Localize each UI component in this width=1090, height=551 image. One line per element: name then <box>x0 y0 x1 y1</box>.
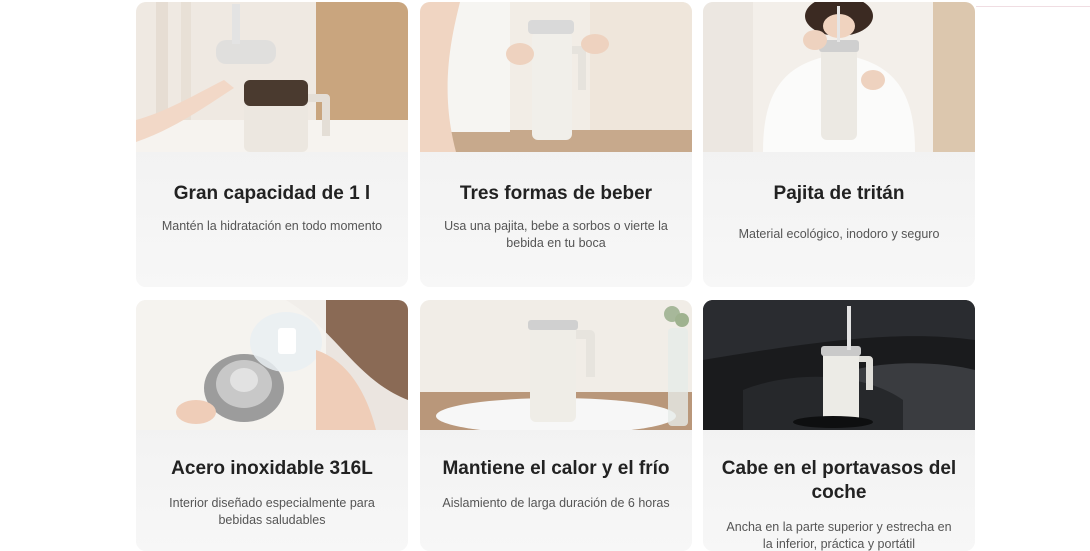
feature-text-panel: Pajita de tritán Material ecológico, ino… <box>703 152 975 287</box>
tumbler-in-car-image <box>703 300 975 430</box>
feature-title: Pajita de tritán <box>773 183 905 204</box>
feature-text-panel: Cabe en el portavasos del coche Ancha en… <box>703 430 975 551</box>
feature-description: Interior diseñado especialmente para beb… <box>169 496 375 527</box>
feature-text-panel: Gran capacidad de 1 l Mantén la hidratac… <box>136 152 408 287</box>
feature-text-panel: Acero inoxidable 316L Interior diseñado … <box>136 430 408 551</box>
feature-text-panel: Tres formas de beber Usa una pajita, beb… <box>420 152 692 287</box>
feature-description: Mantén la hidratación en todo momento <box>161 219 383 233</box>
feature-card-drinking-modes: Tres formas de beber Usa una pajita, beb… <box>420 2 692 287</box>
steel-interior-lid-image <box>136 300 408 430</box>
feature-card-tritan-straw: Pajita de tritán Material ecológico, ino… <box>703 2 975 287</box>
feature-card-stainless-steel: Acero inoxidable 316L Interior diseñado … <box>136 300 408 551</box>
woman-drinking-straw-image <box>703 2 975 152</box>
feature-card-temperature: Mantiene el calor y el frío Aislamiento … <box>420 300 692 551</box>
feature-title: Gran capacidad de 1 l <box>173 183 371 204</box>
feature-description: Material ecológico, inodoro y seguro <box>738 227 940 241</box>
feature-title: Cabe en el portavasos del coche <box>721 458 957 503</box>
tumbler-on-table-image <box>420 300 692 430</box>
feature-title: Acero inoxidable 316L <box>171 458 373 479</box>
top-right-divider <box>976 0 1090 7</box>
feature-text-panel: Mantiene el calor y el frío Aislamiento … <box>420 430 692 551</box>
feature-card-capacity: Gran capacidad de 1 l Mantén la hidratac… <box>136 2 408 287</box>
feature-title: Mantiene el calor y el frío <box>442 458 670 479</box>
feature-title: Tres formas de beber <box>459 183 653 204</box>
feature-description: Ancha en la parte superior y estrecha en… <box>726 520 952 551</box>
woman-holding-tumbler-image <box>420 2 692 152</box>
feature-card-car-holder: Cabe en el portavasos del coche Ancha en… <box>703 300 975 551</box>
feature-description: Usa una pajita, bebe a sorbos o vierte l… <box>444 219 668 250</box>
feature-description: Aislamiento de larga duración de 6 horas <box>442 496 670 510</box>
tumbler-with-ice-image <box>136 2 408 152</box>
